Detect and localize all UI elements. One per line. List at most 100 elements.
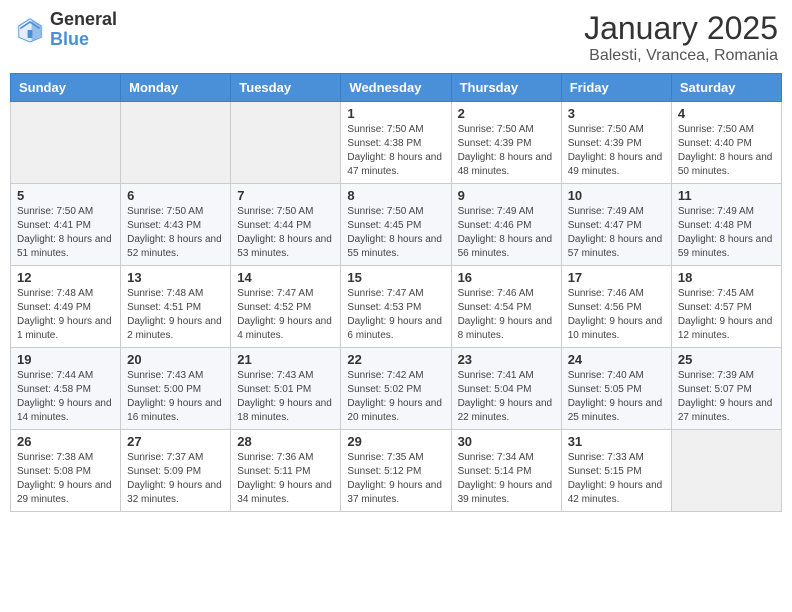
day-info: Sunrise: 7:50 AM Sunset: 4:38 PM Dayligh…: [347, 123, 444, 179]
day-info: Sunrise: 7:50 AM Sunset: 4:39 PM Dayligh…: [458, 123, 555, 179]
day-number: 15: [347, 270, 444, 285]
calendar-cell: 13Sunrise: 7:48 AM Sunset: 4:51 PM Dayli…: [121, 266, 231, 348]
day-number: 8: [347, 188, 444, 203]
day-number: 28: [237, 434, 334, 449]
calendar-cell: 6 Sunrise: 7:50 AM Sunset: 4:43 PM Daylig…: [121, 184, 231, 266]
calendar-cell: 19 Sunrise: 7:44 AM Sunset: 4:58 PM Dayli…: [11, 348, 121, 430]
day-number: 3: [568, 106, 665, 121]
calendar-week-1: 1Sunrise: 7:50 AM Sunset: 4:38 PM Daylig…: [11, 102, 782, 184]
day-info: Sunrise: 7:50 AM Sunset: 4:43 PM Dayligh…: [127, 205, 224, 261]
calendar-week-3: 12 Sunrise: 7:48 AM Sunset: 4:49 PM Dayli…: [11, 266, 782, 348]
logo-icon: [14, 14, 46, 46]
weekday-header-monday: Monday: [121, 74, 231, 102]
calendar-cell: 26 Sunrise: 7:38 AM Sunset: 5:08 PM Dayli…: [11, 430, 121, 512]
calendar-week-5: 26 Sunrise: 7:38 AM Sunset: 5:08 PM Dayli…: [11, 430, 782, 512]
calendar-cell: 7Sunrise: 7:50 AM Sunset: 4:44 PM Daylig…: [231, 184, 341, 266]
day-number: 18: [678, 270, 775, 285]
day-info: Sunrise: 7:39 AM Sunset: 5:07 PM Dayligh…: [678, 369, 775, 425]
day-number: 5: [17, 188, 114, 203]
calendar-cell: 12 Sunrise: 7:48 AM Sunset: 4:49 PM Dayli…: [11, 266, 121, 348]
day-number: 17: [568, 270, 665, 285]
day-number: 27: [127, 434, 224, 449]
day-number: 10: [568, 188, 665, 203]
calendar-title: January 2025: [584, 10, 778, 47]
day-info: Sunrise: 7:48 AM Sunset: 4:49 PM Dayligh…: [17, 287, 114, 343]
calendar-cell: 29 Sunrise: 7:35 AM Sunset: 5:12 PM Dayli…: [341, 430, 451, 512]
day-number: 30: [458, 434, 555, 449]
day-number: 13: [127, 270, 224, 285]
day-number: 24: [568, 352, 665, 367]
title-section: January 2025 Balesti, Vrancea, Romania: [584, 10, 778, 65]
calendar-cell: 9 Sunrise: 7:49 AM Sunset: 4:46 PM Daylig…: [451, 184, 561, 266]
page-header: General Blue January 2025 Balesti, Vranc…: [10, 10, 782, 65]
day-info: Sunrise: 7:47 AM Sunset: 4:52 PM Dayligh…: [237, 287, 334, 343]
calendar-cell: 16Sunrise: 7:46 AM Sunset: 4:54 PM Dayli…: [451, 266, 561, 348]
calendar-cell: 24 Sunrise: 7:40 AM Sunset: 5:05 PM Dayli…: [561, 348, 671, 430]
day-number: 20: [127, 352, 224, 367]
day-number: 7: [237, 188, 334, 203]
weekday-header-saturday: Saturday: [671, 74, 781, 102]
calendar-cell: 8 Sunrise: 7:50 AM Sunset: 4:45 PM Daylig…: [341, 184, 451, 266]
logo-text: General Blue: [50, 10, 117, 50]
calendar-body: 1Sunrise: 7:50 AM Sunset: 4:38 PM Daylig…: [11, 102, 782, 512]
day-number: 9: [458, 188, 555, 203]
weekday-row: SundayMondayTuesdayWednesdayThursdayFrid…: [11, 74, 782, 102]
day-number: 29: [347, 434, 444, 449]
day-number: 6: [127, 188, 224, 203]
logo-blue-text: Blue: [50, 30, 117, 50]
day-info: Sunrise: 7:50 AM Sunset: 4:39 PM Dayligh…: [568, 123, 665, 179]
calendar-subtitle: Balesti, Vrancea, Romania: [584, 47, 778, 65]
day-number: 11: [678, 188, 775, 203]
day-info: Sunrise: 7:49 AM Sunset: 4:48 PM Dayligh…: [678, 205, 775, 261]
day-info: Sunrise: 7:34 AM Sunset: 5:14 PM Dayligh…: [458, 451, 555, 507]
day-number: 22: [347, 352, 444, 367]
day-number: 19: [17, 352, 114, 367]
day-info: Sunrise: 7:46 AM Sunset: 4:56 PM Dayligh…: [568, 287, 665, 343]
day-number: 26: [17, 434, 114, 449]
day-info: Sunrise: 7:47 AM Sunset: 4:53 PM Dayligh…: [347, 287, 444, 343]
day-info: Sunrise: 7:36 AM Sunset: 5:11 PM Dayligh…: [237, 451, 334, 507]
calendar-cell: 25 Sunrise: 7:39 AM Sunset: 5:07 PM Dayli…: [671, 348, 781, 430]
calendar-cell: 2 Sunrise: 7:50 AM Sunset: 4:39 PM Daylig…: [451, 102, 561, 184]
calendar-cell: [121, 102, 231, 184]
day-info: Sunrise: 7:38 AM Sunset: 5:08 PM Dayligh…: [17, 451, 114, 507]
calendar-cell: 31Sunrise: 7:33 AM Sunset: 5:15 PM Dayli…: [561, 430, 671, 512]
calendar-cell: 27 Sunrise: 7:37 AM Sunset: 5:09 PM Dayli…: [121, 430, 231, 512]
day-number: 23: [458, 352, 555, 367]
day-number: 12: [17, 270, 114, 285]
logo-general-text: General: [50, 10, 117, 30]
calendar-cell: 22Sunrise: 7:42 AM Sunset: 5:02 PM Dayli…: [341, 348, 451, 430]
day-number: 25: [678, 352, 775, 367]
day-info: Sunrise: 7:41 AM Sunset: 5:04 PM Dayligh…: [458, 369, 555, 425]
weekday-header-tuesday: Tuesday: [231, 74, 341, 102]
logo[interactable]: General Blue: [14, 10, 117, 50]
weekday-header-thursday: Thursday: [451, 74, 561, 102]
day-info: Sunrise: 7:35 AM Sunset: 5:12 PM Dayligh…: [347, 451, 444, 507]
calendar-cell: 4Sunrise: 7:50 AM Sunset: 4:40 PM Daylig…: [671, 102, 781, 184]
day-number: 4: [678, 106, 775, 121]
calendar-cell: 18 Sunrise: 7:45 AM Sunset: 4:57 PM Dayli…: [671, 266, 781, 348]
calendar-cell: 23 Sunrise: 7:41 AM Sunset: 5:04 PM Dayli…: [451, 348, 561, 430]
day-info: Sunrise: 7:45 AM Sunset: 4:57 PM Dayligh…: [678, 287, 775, 343]
calendar-cell: 11 Sunrise: 7:49 AM Sunset: 4:48 PM Dayli…: [671, 184, 781, 266]
calendar-cell: [671, 430, 781, 512]
day-number: 21: [237, 352, 334, 367]
calendar-cell: 28 Sunrise: 7:36 AM Sunset: 5:11 PM Dayli…: [231, 430, 341, 512]
day-info: Sunrise: 7:49 AM Sunset: 4:46 PM Dayligh…: [458, 205, 555, 261]
calendar-cell: 1Sunrise: 7:50 AM Sunset: 4:38 PM Daylig…: [341, 102, 451, 184]
day-info: Sunrise: 7:50 AM Sunset: 4:45 PM Dayligh…: [347, 205, 444, 261]
calendar-cell: 10Sunrise: 7:49 AM Sunset: 4:47 PM Dayli…: [561, 184, 671, 266]
calendar-cell: 5 Sunrise: 7:50 AM Sunset: 4:41 PM Daylig…: [11, 184, 121, 266]
day-info: Sunrise: 7:44 AM Sunset: 4:58 PM Dayligh…: [17, 369, 114, 425]
weekday-header-sunday: Sunday: [11, 74, 121, 102]
day-info: Sunrise: 7:43 AM Sunset: 5:01 PM Dayligh…: [237, 369, 334, 425]
weekday-header-wednesday: Wednesday: [341, 74, 451, 102]
calendar-week-4: 19 Sunrise: 7:44 AM Sunset: 4:58 PM Dayli…: [11, 348, 782, 430]
calendar-table: SundayMondayTuesdayWednesdayThursdayFrid…: [10, 73, 782, 512]
day-info: Sunrise: 7:40 AM Sunset: 5:05 PM Dayligh…: [568, 369, 665, 425]
day-number: 2: [458, 106, 555, 121]
day-info: Sunrise: 7:37 AM Sunset: 5:09 PM Dayligh…: [127, 451, 224, 507]
calendar-cell: 20Sunrise: 7:43 AM Sunset: 5:00 PM Dayli…: [121, 348, 231, 430]
calendar-cell: [11, 102, 121, 184]
day-info: Sunrise: 7:50 AM Sunset: 4:41 PM Dayligh…: [17, 205, 114, 261]
